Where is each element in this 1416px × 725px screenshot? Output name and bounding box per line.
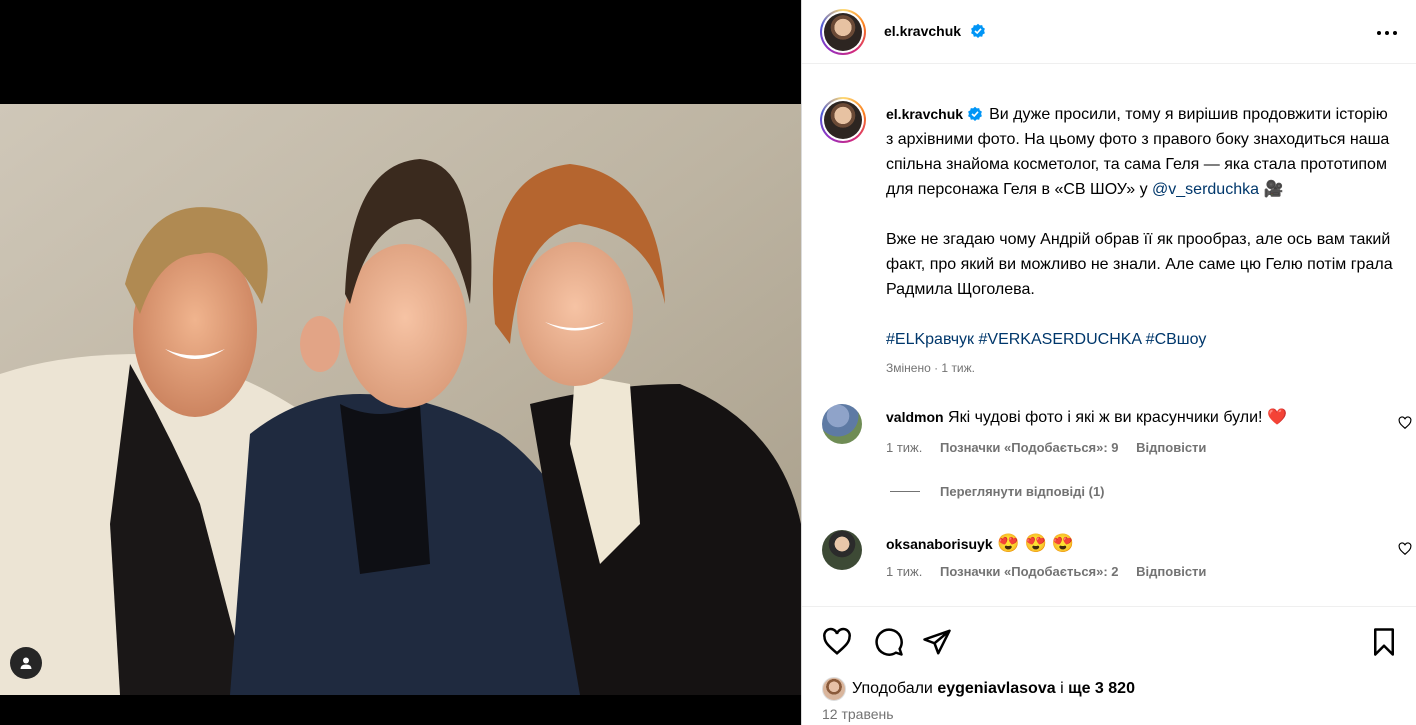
caption-meta: Змінено · 1 тиж. — [886, 361, 975, 375]
heart-icon[interactable] — [822, 627, 852, 657]
liker-username[interactable]: eygeniavlasova — [937, 680, 1055, 698]
camera-emoji: 🎥 — [1263, 181, 1284, 198]
likes-prefix: Уподобали — [852, 680, 933, 697]
author-username[interactable]: el.kravchuk — [884, 23, 961, 39]
post-details-panel: el.kravchuk el.kravchuk Ви дуже просили,… — [801, 0, 1416, 725]
reply-button[interactable]: Відповісти — [1136, 564, 1206, 579]
mention-link[interactable]: @v_serduchka — [1152, 181, 1259, 198]
commenter-avatar[interactable] — [822, 530, 862, 570]
post-media — [0, 0, 801, 725]
more-icon[interactable] — [1375, 24, 1399, 42]
likes-middle: і — [1060, 680, 1064, 697]
comment-emoji: ❤️ — [1266, 409, 1287, 426]
post-header: el.kravchuk — [802, 0, 1416, 64]
caption-hashtags[interactable]: #ELKравчук #VERKASERDUCHKA #СВшоу — [886, 327, 1396, 352]
post-caption: el.kravchuk Ви дуже просили, тому я вирі… — [886, 102, 1396, 376]
comment-heart-icon[interactable] — [1398, 416, 1412, 430]
comment-heart-icon[interactable] — [1398, 542, 1412, 556]
caption-username[interactable]: el.kravchuk — [886, 106, 963, 122]
commenter-username[interactable]: valdmon — [886, 409, 944, 425]
liker-avatar[interactable] — [822, 677, 846, 701]
caption-text-2: Вже не згадаю чому Андрій обрав її як пр… — [886, 231, 1393, 298]
comment-icon[interactable] — [874, 627, 904, 657]
view-replies-button[interactable]: Переглянути відповіді (1) — [890, 484, 1105, 499]
likes-count[interactable]: ще 3 820 — [1068, 680, 1135, 698]
likes-summary: Уподобали eygeniavlasova і ще 3 820 — [822, 677, 1135, 701]
comment-time[interactable]: 1 тиж. — [886, 440, 922, 455]
comment-emoji: 😍 😍 😍 — [997, 533, 1075, 553]
post-photo[interactable] — [0, 104, 801, 695]
user-icon — [20, 657, 32, 669]
author-avatar[interactable] — [820, 9, 866, 55]
verified-badge-icon — [970, 23, 985, 38]
comment-likes[interactable]: Позначки «Подобається»: 9 — [940, 440, 1119, 455]
bookmark-icon[interactable] — [1369, 627, 1399, 657]
caption-author-avatar[interactable] — [820, 97, 866, 143]
comment-likes[interactable]: Позначки «Подобається»: 2 — [940, 564, 1119, 579]
view-replies-label: Переглянути відповіді (1) — [940, 484, 1105, 499]
post-actions: Уподобали eygeniavlasova і ще 3 820 12 т… — [802, 606, 1416, 725]
user-tags-button[interactable] — [10, 647, 42, 679]
comment-time[interactable]: 1 тиж. — [886, 564, 922, 579]
share-icon[interactable] — [922, 627, 952, 657]
commenter-username[interactable]: oksanaborisuyk — [886, 536, 993, 552]
comments-scroll-area[interactable]: el.kravchuk Ви дуже просили, тому я вирі… — [802, 64, 1416, 606]
post-date[interactable]: 12 травень — [822, 706, 894, 722]
comment-text: Які чудові фото і які ж ви красунчики бу… — [948, 409, 1263, 426]
verified-badge-icon — [968, 106, 982, 121]
reply-button[interactable]: Відповісти — [1136, 440, 1206, 455]
commenter-avatar[interactable] — [822, 404, 862, 444]
